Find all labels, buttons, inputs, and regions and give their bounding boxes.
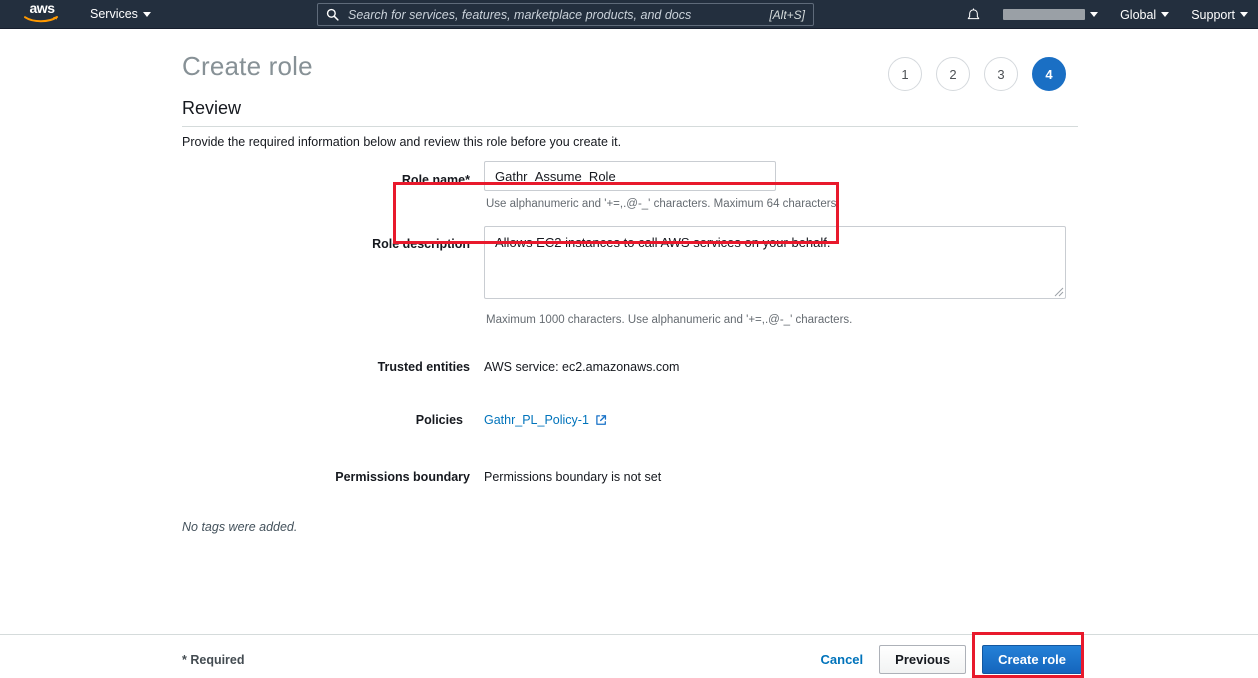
role-name-input[interactable]: [484, 161, 776, 191]
step-2[interactable]: 2: [936, 57, 970, 91]
region-label: Global: [1120, 7, 1157, 22]
policy-link[interactable]: Gathr_PL_Policy-1: [484, 413, 589, 427]
chevron-down-icon: [1090, 12, 1099, 17]
step-4[interactable]: 4: [1032, 57, 1066, 91]
services-menu[interactable]: Services: [90, 7, 151, 21]
policies-value: Gathr_PL_Policy-1: [484, 413, 607, 427]
role-name-label: Role name*: [401, 173, 470, 187]
account-menu[interactable]: [1003, 9, 1099, 20]
region-menu[interactable]: Global: [1120, 7, 1170, 22]
role-description-textarea[interactable]: [484, 226, 1066, 299]
chevron-down-icon: [142, 11, 151, 17]
section-description: Provide the required information below a…: [182, 135, 622, 149]
search-icon: [326, 8, 339, 21]
account-name-redacted: [1003, 9, 1086, 20]
aws-logo[interactable]: aws: [22, 1, 62, 26]
support-menu[interactable]: Support: [1191, 8, 1248, 22]
trusted-entities-row: Trusted entities AWS service: ec2.amazon…: [0, 360, 1258, 384]
permissions-boundary-label: Permissions boundary: [335, 470, 470, 484]
step-1[interactable]: 1: [888, 57, 922, 91]
policies-label: Policies: [415, 413, 463, 427]
role-name-row: Role name* Use alphanumeric and '+=,.@-_…: [0, 161, 1258, 221]
create-role-button[interactable]: Create role: [982, 645, 1082, 674]
permissions-boundary-row: Permissions boundary Permissions boundar…: [0, 470, 1258, 494]
step-3[interactable]: 3: [984, 57, 1018, 91]
permissions-boundary-value: Permissions boundary is not set: [484, 470, 662, 484]
nav-right-group: Global Support: [966, 0, 1248, 29]
support-label: Support: [1191, 7, 1235, 22]
role-description-hint: Maximum 1000 characters. Use alphanumeri…: [486, 314, 853, 326]
global-search-box[interactable]: [Alt+S]: [317, 3, 814, 26]
services-label: Services: [90, 7, 138, 21]
policies-row: Policies Gathr_PL_Policy-1: [0, 413, 1258, 437]
notifications-bell-icon[interactable]: [966, 7, 981, 23]
role-description-row: Role description Maximum 1000 characters…: [0, 226, 1258, 356]
search-shortcut-hint: [Alt+S]: [769, 7, 805, 22]
required-note: * Required: [182, 653, 245, 667]
previous-button[interactable]: Previous: [879, 645, 967, 674]
footer-bar: * Required Cancel Previous Create role: [0, 634, 1258, 678]
external-link-icon[interactable]: [595, 414, 607, 426]
chevron-down-icon: [1240, 12, 1248, 17]
footer-actions: Cancel Previous Create role: [821, 645, 1082, 674]
section-title: Review: [182, 98, 242, 118]
role-name-hint: Use alphanumeric and '+=,.@-_' character…: [486, 198, 840, 210]
chevron-down-icon: [1161, 12, 1170, 17]
tags-note: No tags were added.: [182, 520, 298, 534]
role-description-label: Role description: [372, 237, 470, 251]
step-indicator: 1 2 3 4: [888, 57, 1066, 91]
section-divider: [182, 126, 1078, 127]
trusted-entities-label: Trusted entities: [377, 360, 470, 374]
trusted-entities-value: AWS service: ec2.amazonaws.com: [484, 360, 680, 374]
page-content: Create role 1 2 3 4 Review Provide the r…: [0, 30, 1258, 634]
page-title: Create role: [182, 51, 313, 81]
search-input[interactable]: [346, 6, 764, 23]
cancel-button[interactable]: Cancel: [821, 652, 864, 667]
top-navigation-bar: aws Services [Alt+S] Global: [0, 0, 1258, 29]
